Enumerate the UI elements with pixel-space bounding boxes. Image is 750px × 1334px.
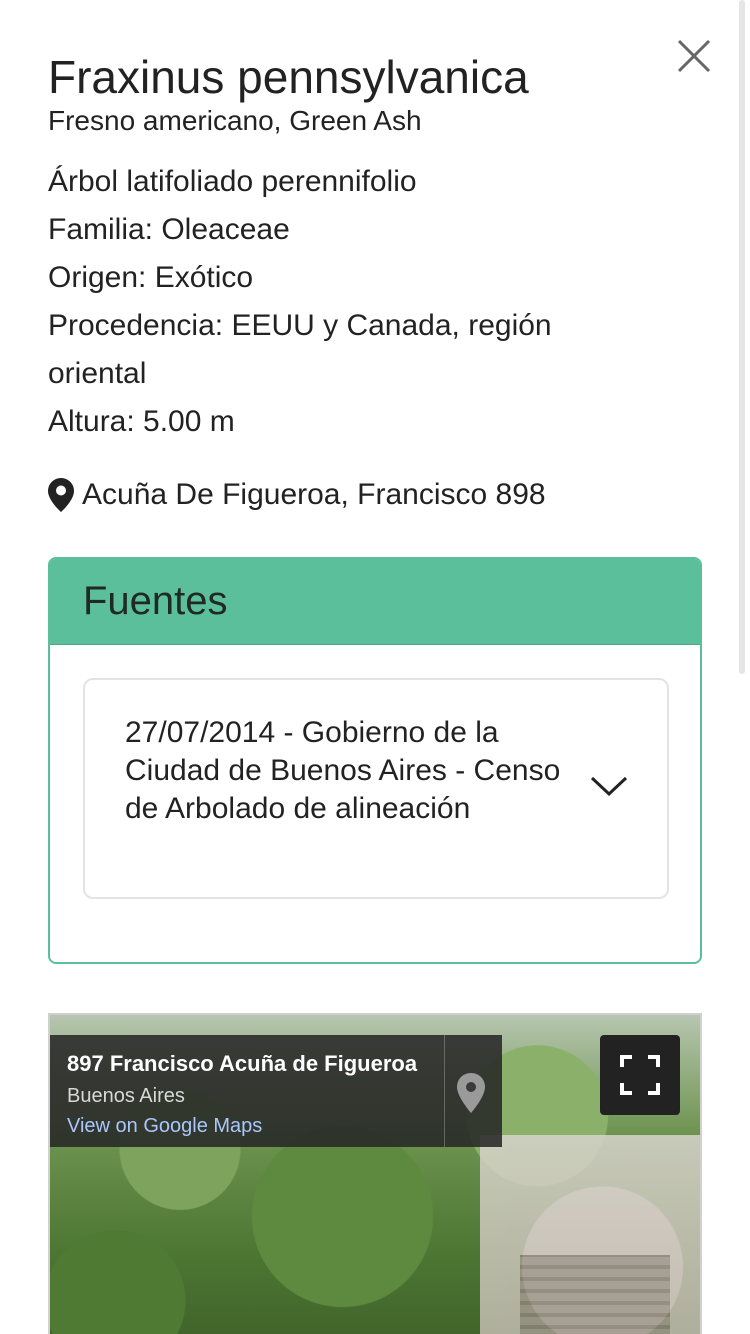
map-marker-icon[interactable]	[456, 1073, 486, 1113]
street-view-building	[480, 1135, 700, 1334]
map-pin-icon	[48, 478, 74, 512]
sources-header: Fuentes	[50, 559, 700, 645]
street-view[interactable]: 897 Francisco Acuña de Figueroa Buenos A…	[48, 1013, 702, 1334]
info-divider	[444, 1035, 445, 1147]
view-on-google-maps-link[interactable]: View on Google Maps	[67, 1115, 262, 1138]
place-info-card: 897 Francisco Acuña de Figueroa Buenos A…	[50, 1035, 502, 1147]
address-text: Acuña De Figueroa, Francisco 898	[82, 478, 546, 511]
species-title: Fraxinus pennsylvanica	[48, 51, 529, 103]
sources-heading: Fuentes	[83, 579, 228, 623]
address-row: Acuña De Figueroa, Francisco 898	[48, 478, 546, 512]
source-label: 27/07/2014 - Gobierno de la Ciudad de Bu…	[125, 716, 561, 825]
close-button[interactable]	[674, 36, 714, 76]
common-names: Fresno americano, Green Ash	[48, 105, 422, 136]
tree-provenance: Procedencia: EEUU y Canada, región orien…	[48, 309, 552, 390]
tree-details: Árbol latifoliado perennifolio Familia: …	[48, 158, 648, 446]
tree-family: Familia: Oleaceae	[48, 213, 290, 246]
fullscreen-button[interactable]	[600, 1035, 680, 1115]
tree-height: Altura: 5.00 m	[48, 405, 235, 438]
source-accordion-item[interactable]: 27/07/2014 - Gobierno de la Ciudad de Bu…	[83, 678, 669, 899]
scrollbar[interactable]	[739, 0, 745, 674]
tree-origin: Origen: Exótico	[48, 261, 254, 294]
place-title: 897 Francisco Acuña de Figueroa	[67, 1051, 418, 1076]
tree-type: Árbol latifoliado perennifolio	[48, 165, 417, 198]
chevron-down-icon	[590, 776, 628, 797]
close-icon	[677, 39, 711, 73]
sources-panel: Fuentes 27/07/2014 - Gobierno de la Ciud…	[48, 557, 702, 964]
place-subtitle: Buenos Aires	[67, 1085, 185, 1107]
fullscreen-icon	[620, 1055, 660, 1095]
